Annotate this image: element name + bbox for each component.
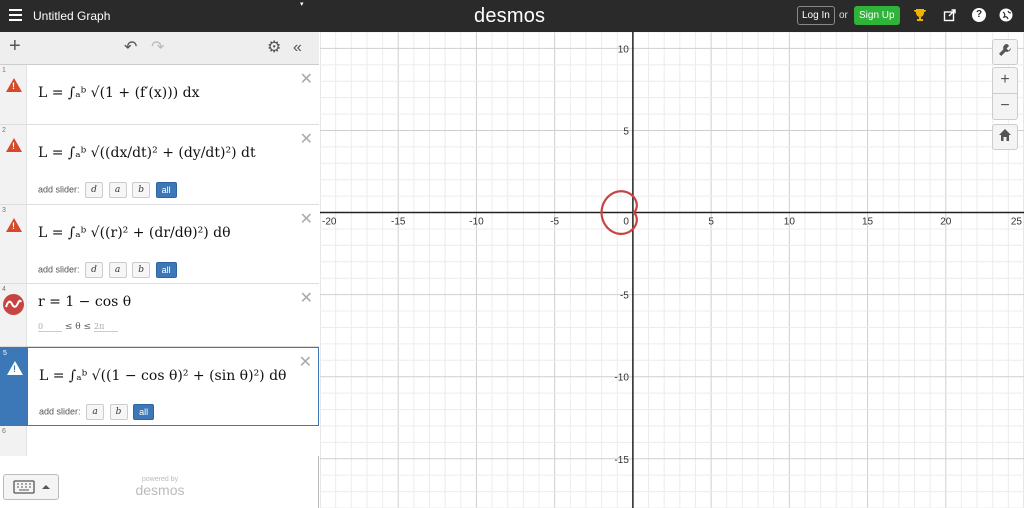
graph-svg[interactable]: -20 -15 -10 -5 0 5 10 15 20 25 10 5 -5 -10 -15: [320, 32, 1024, 508]
desmos-logo: desmos: [474, 5, 546, 27]
slider-button-d[interactable]: d: [85, 182, 104, 198]
top-bar: Untitled Graph ▾ desmos Log In or Sign U…: [0, 0, 1024, 32]
zoom-in-icon[interactable]: +: [992, 67, 1018, 94]
expression-latex[interactable]: L = ∫ₐᵇ √((r)² + (dr/dθ)²) dθ: [38, 225, 231, 241]
close-icon[interactable]: ✕: [300, 288, 313, 308]
domain-max-input[interactable]: 2π: [93, 322, 118, 332]
menu-icon[interactable]: [9, 9, 22, 21]
expression-gutter: 2: [0, 125, 27, 204]
close-icon[interactable]: ✕: [300, 129, 313, 149]
expression-item-empty[interactable]: 6: [0, 426, 319, 456]
expression-latex[interactable]: L = ∫ₐᵇ √((dx/dt)² + (dy/dt)²) dt: [38, 145, 256, 161]
expression-latex[interactable]: L = ∫ₐᵇ √((1 − cos θ)² + (sin θ)²) dθ: [39, 368, 287, 384]
home-icon[interactable]: [992, 124, 1018, 150]
slider-button-b[interactable]: b: [132, 262, 151, 278]
help-icon[interactable]: ?: [972, 8, 986, 22]
x-tick-label: 0: [623, 217, 629, 228]
collapse-icon[interactable]: «: [293, 39, 302, 57]
or-label: or: [839, 10, 848, 21]
expression-gutter: 5: [1, 348, 28, 425]
x-tick-label: -20: [322, 217, 337, 228]
keyboard-icon: [13, 480, 50, 494]
y-tick-label: -15: [614, 455, 629, 466]
close-icon[interactable]: ✕: [299, 352, 312, 372]
domain-limits: 0 ≤ θ ≤ 2π: [38, 322, 118, 332]
y-tick-label: 10: [618, 44, 630, 55]
close-icon[interactable]: ✕: [300, 209, 313, 229]
signup-button[interactable]: Sign Up: [854, 6, 900, 25]
plus-icon[interactable]: +: [9, 36, 21, 56]
expression-number: 4: [2, 286, 6, 293]
expression-number: 3: [2, 207, 6, 214]
expression-gutter: 4: [0, 284, 27, 346]
expression-number: 1: [2, 67, 6, 74]
expression-number: 6: [2, 428, 6, 435]
slider-button-b[interactable]: b: [109, 404, 128, 420]
add-slider-row: add slider: d a b all: [38, 262, 177, 278]
powered-by-brand: desmos: [135, 482, 185, 498]
expression-item[interactable]: 3 ✕ L = ∫ₐᵇ √((r)² + (dr/dθ)²) dθ add sl…: [0, 205, 319, 284]
expression-item[interactable]: 2 ✕ L = ∫ₐᵇ √((dx/dt)² + (dy/dt)²) dt ad…: [0, 125, 319, 205]
cursor-marker: ▾: [300, 1, 304, 8]
slider-button-all[interactable]: all: [133, 404, 155, 420]
x-tick-label: -5: [550, 217, 559, 228]
slider-button-all[interactable]: all: [155, 262, 177, 278]
add-slider-label: add slider:: [38, 184, 80, 195]
expression-item[interactable]: 1 ✕ L = ∫ₐᵇ √(1 + (f′(x))) dx: [0, 65, 319, 125]
add-slider-label: add slider:: [39, 406, 81, 417]
add-slider-label: add slider:: [38, 264, 80, 275]
expression-gutter: 6: [0, 426, 27, 456]
trophy-icon[interactable]: [913, 8, 927, 22]
x-tick-label: 15: [862, 217, 874, 228]
warning-icon[interactable]: [6, 78, 22, 92]
graph-title[interactable]: Untitled Graph: [33, 9, 110, 23]
add-slider-row: add slider: d a b all: [38, 182, 177, 198]
add-slider-row: add slider: a b all: [39, 404, 155, 420]
expression-gutter: 3: [0, 205, 27, 283]
wrench-icon[interactable]: [992, 39, 1018, 65]
close-icon[interactable]: ✕: [300, 69, 313, 89]
curve-color-icon[interactable]: [3, 294, 24, 315]
redo-icon[interactable]: ↷: [151, 39, 164, 57]
domain-relation: ≤ θ ≤: [64, 322, 92, 332]
warning-icon[interactable]: [7, 361, 23, 375]
graph-canvas[interactable]: -20 -15 -10 -5 0 5 10 15 20 25 10 5 -5 -10 -15: [320, 32, 1024, 508]
share-icon[interactable]: [943, 8, 957, 22]
expression-number: 2: [2, 127, 6, 134]
x-tick-label: 20: [940, 217, 952, 228]
slider-button-d[interactable]: d: [85, 262, 104, 278]
keyboard-toggle-button[interactable]: [3, 474, 59, 500]
slider-button-a[interactable]: a: [108, 262, 127, 278]
expression-panel: + ↶ ↷ ⚙ « 1 ✕ L = ∫ₐᵇ √(1 + (f′(x))) dx …: [0, 32, 319, 508]
expression-latex[interactable]: L = ∫ₐᵇ √(1 + (f′(x))) dx: [38, 85, 199, 101]
x-tick-label: -15: [391, 217, 406, 228]
x-tick-label: -10: [469, 217, 484, 228]
warning-icon[interactable]: [6, 218, 22, 232]
login-button[interactable]: Log In: [797, 6, 835, 25]
globe-icon[interactable]: [999, 8, 1013, 22]
x-tick-label: 10: [784, 217, 796, 228]
powered-by-logo[interactable]: powered by desmos: [130, 476, 190, 497]
y-tick-label: -5: [620, 291, 629, 302]
x-tick-label: 25: [1011, 217, 1023, 228]
slider-button-b[interactable]: b: [132, 182, 151, 198]
expression-item-active[interactable]: 5 ✕ L = ∫ₐᵇ √((1 − cos θ)² + (sin θ)²) d…: [0, 347, 319, 426]
slider-button-all[interactable]: all: [155, 182, 177, 198]
domain-min-input[interactable]: 0: [38, 322, 62, 332]
settings-icon[interactable]: ⚙: [267, 39, 281, 57]
zoom-out-icon[interactable]: −: [992, 93, 1018, 120]
expression-item[interactable]: 4 ✕ r = 1 − cos θ 0 ≤ θ ≤ 2π: [0, 284, 319, 347]
slider-button-a[interactable]: a: [108, 182, 127, 198]
slider-button-a[interactable]: a: [86, 404, 105, 420]
y-tick-label: -10: [614, 373, 629, 384]
y-tick-label: 5: [623, 126, 629, 137]
expression-toolbar: + ↶ ↷ ⚙ «: [0, 32, 319, 65]
undo-icon[interactable]: ↶: [124, 39, 137, 57]
warning-icon[interactable]: [6, 138, 22, 152]
expression-gutter: 1: [0, 65, 27, 124]
x-tick-label: 5: [708, 217, 714, 228]
expression-latex[interactable]: r = 1 − cos θ: [38, 294, 131, 310]
expression-number: 5: [3, 350, 7, 357]
